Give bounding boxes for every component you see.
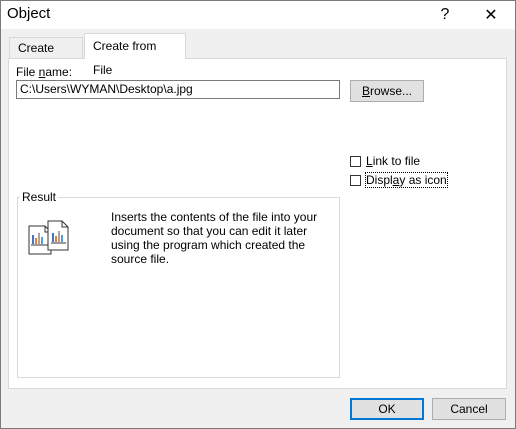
tab-create-new[interactable]: Create New — [9, 37, 83, 76]
result-legend: Result — [20, 190, 59, 204]
file-name-input[interactable]: C:\Users\WYMAN\Desktop\a.jpg — [16, 80, 340, 99]
file-name-label: File name: — [16, 65, 73, 79]
cancel-button[interactable]: Cancel — [432, 398, 506, 420]
close-button[interactable]: ✕ — [471, 1, 511, 29]
tab-create-from-file[interactable]: Create from File — [84, 33, 186, 77]
help-button[interactable]: ? — [425, 1, 465, 29]
link-to-file-label[interactable]: Link to file — [366, 154, 420, 168]
browse-button[interactable]: Browse... — [350, 80, 424, 102]
ok-button[interactable]: OK — [350, 398, 424, 420]
link-to-file-checkbox[interactable] — [350, 155, 361, 167]
display-as-icon-option[interactable]: Display as icon — [350, 172, 448, 188]
title-bar: Object ? ✕ — [1, 1, 515, 29]
link-to-file-option[interactable]: Link to file — [350, 154, 420, 168]
result-description: Inserts the contents of the file into yo… — [111, 210, 318, 266]
display-as-icon-checkbox[interactable] — [350, 174, 361, 186]
embedded-document-chart-icon — [28, 220, 72, 256]
display-as-icon-label[interactable]: Display as icon — [365, 172, 448, 188]
dialog-title: Object — [7, 5, 51, 22]
